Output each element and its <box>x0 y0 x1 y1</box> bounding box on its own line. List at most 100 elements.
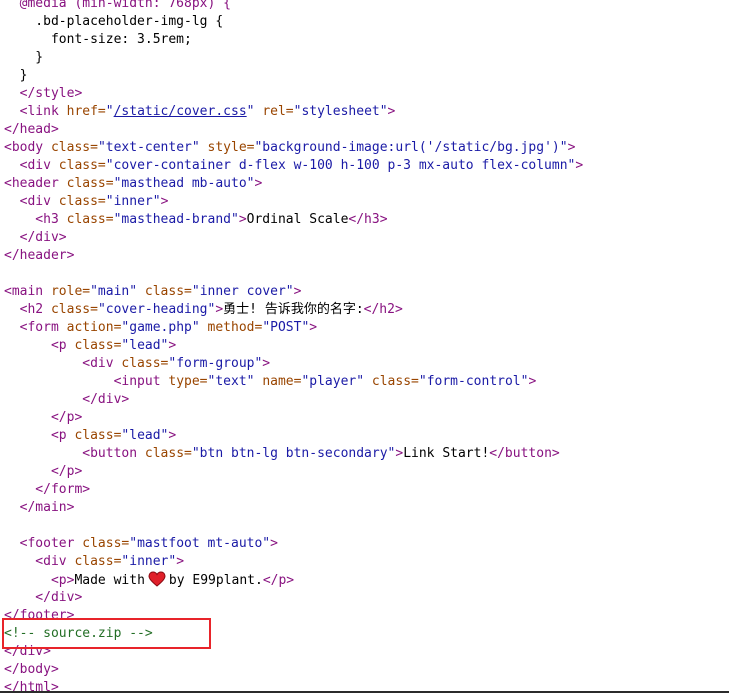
source-line: </html> <box>4 679 59 697</box>
code-token-attr: href= <box>66 104 106 119</box>
code-token-txt: } <box>4 50 44 65</box>
code-token-attr: class= <box>66 212 114 227</box>
code-token-tag: </div> <box>4 230 67 245</box>
source-line: </div> <box>4 391 129 409</box>
code-token-val: "cover-heading" <box>97 302 216 317</box>
source-line: <form action="game.php" method="POST"> <box>4 319 317 337</box>
code-token-attr: class= <box>82 536 130 551</box>
stylesheet-link[interactable]: /static/cover.css <box>114 104 247 119</box>
code-token-txt: } <box>4 68 28 83</box>
code-token-attr: class= <box>74 554 122 569</box>
code-token-attr: role= <box>50 284 91 299</box>
code-token-tag: </p> <box>4 410 83 425</box>
code-token-attr: class= <box>66 176 114 191</box>
code-token-txt: by E99plant. <box>168 573 263 588</box>
source-line: <h2 class="cover-heading">勇士! 告诉我你的名字:</… <box>4 301 403 319</box>
code-token-tag: > <box>168 428 177 443</box>
source-line: </body> <box>4 661 59 679</box>
source-line: <footer class="mastfoot mt-auto"> <box>4 535 278 553</box>
code-token-attr: class= <box>121 356 169 371</box>
code-token-attr: class= <box>74 428 122 443</box>
code-token-tag: </h3> <box>348 212 388 227</box>
source-line: <div class="form-group"> <box>4 355 270 373</box>
code-token-tag: <div <box>4 194 59 209</box>
code-token-tag: <input <box>4 374 169 389</box>
code-token-tag: > <box>575 158 584 173</box>
code-token-attr: rel= <box>262 104 294 119</box>
source-line: </div> <box>4 589 82 607</box>
code-token-val: "game.php" <box>121 320 200 335</box>
code-token-attr: class= <box>58 158 106 173</box>
source-line: </div> <box>4 229 67 247</box>
code-token-attr: class= <box>58 194 106 209</box>
code-token-tag: <p> <box>4 573 75 588</box>
code-token-tag: > <box>528 374 537 389</box>
code-token-txt: Link Start! <box>403 446 490 461</box>
source-line: <p>Made with by E99plant.</p> <box>4 571 294 589</box>
code-token-tag: </div> <box>4 590 83 605</box>
code-token-attr: class= <box>50 302 98 317</box>
source-line: } <box>4 67 28 85</box>
code-token-tag: > <box>567 140 576 155</box>
code-token-val: " <box>105 104 114 119</box>
source-line: <body class="text-center" style="backgro… <box>4 139 575 157</box>
code-token-tag: @media (min-width: 768px) { <box>4 0 231 11</box>
source-line: <input type="text" name="player" class="… <box>4 373 537 391</box>
code-token-val: "masthead-brand" <box>113 212 239 227</box>
source-line: <link href="/static/cover.css" rel="styl… <box>4 103 396 121</box>
code-token-val: "form-group" <box>168 356 263 371</box>
code-token-tag: </button> <box>489 446 560 461</box>
source-line: </p> <box>4 463 82 481</box>
code-token-val: "form-control" <box>418 374 529 389</box>
code-token-tag: > <box>160 194 169 209</box>
code-token-val: "masthead mb-auto" <box>113 176 255 191</box>
code-token-tag: <div <box>4 356 122 371</box>
code-token-val: "POST" <box>262 320 310 335</box>
source-line: .bd-placeholder-img-lg { <box>4 13 223 31</box>
code-token-tag: <footer <box>4 536 83 551</box>
code-token-val: "inner" <box>121 554 177 569</box>
code-token-attr: action= <box>66 320 122 335</box>
source-line: @media (min-width: 768px) { <box>4 0 231 13</box>
source-line: <p class="lead"> <box>4 337 176 355</box>
code-token-val: "main" <box>90 284 138 299</box>
code-token-tag: </header> <box>4 248 75 263</box>
code-token-val: "lead" <box>121 338 169 353</box>
code-token-tag: </p> <box>4 464 83 479</box>
code-token-tag: </p> <box>262 573 295 588</box>
code-token-txt: font-size: 3.5rem; <box>4 32 192 47</box>
code-token-attr: class= <box>144 446 192 461</box>
code-token-tag: </head> <box>4 122 59 137</box>
code-token-tag: </div> <box>4 392 130 407</box>
code-token-tag: </h2> <box>363 302 403 317</box>
code-token-tag: > <box>176 554 185 569</box>
code-token-tag: <button <box>4 446 145 461</box>
code-token-tag: <form <box>4 320 67 335</box>
code-token-tag: <main <box>4 284 51 299</box>
code-token-attr: name= <box>262 374 302 389</box>
code-token-attr: method= <box>207 320 263 335</box>
source-line: </header> <box>4 247 74 265</box>
source-line: </main> <box>4 499 75 517</box>
code-token-tag: <body <box>4 140 51 155</box>
code-token-attr: class= <box>371 374 419 389</box>
source-line: <button class="btn btn-lg btn-secondary"… <box>4 445 560 463</box>
code-token-val: "text" <box>207 374 255 389</box>
source-line: <div class="cover-container d-flex w-100… <box>4 157 584 175</box>
source-line: font-size: 3.5rem; <box>4 31 192 49</box>
code-token-attr: style= <box>207 140 255 155</box>
code-token-tag: > <box>254 176 263 191</box>
source-line: <h3 class="masthead-brand">Ordinal Scale… <box>4 211 388 229</box>
code-token-val: "lead" <box>121 428 169 443</box>
code-token-attr: class= <box>50 140 98 155</box>
code-token-val: "inner cover" <box>191 284 294 299</box>
code-token-tag: > <box>309 320 318 335</box>
code-token-tag: > <box>168 338 177 353</box>
source-line: <header class="masthead mb-auto"> <box>4 175 262 193</box>
code-token-attr: class= <box>74 338 122 353</box>
code-token-txt: Ordinal Scale <box>246 212 349 227</box>
source-line: </head> <box>4 121 59 139</box>
code-token-txt: .bd-placeholder-img-lg { <box>4 14 224 29</box>
